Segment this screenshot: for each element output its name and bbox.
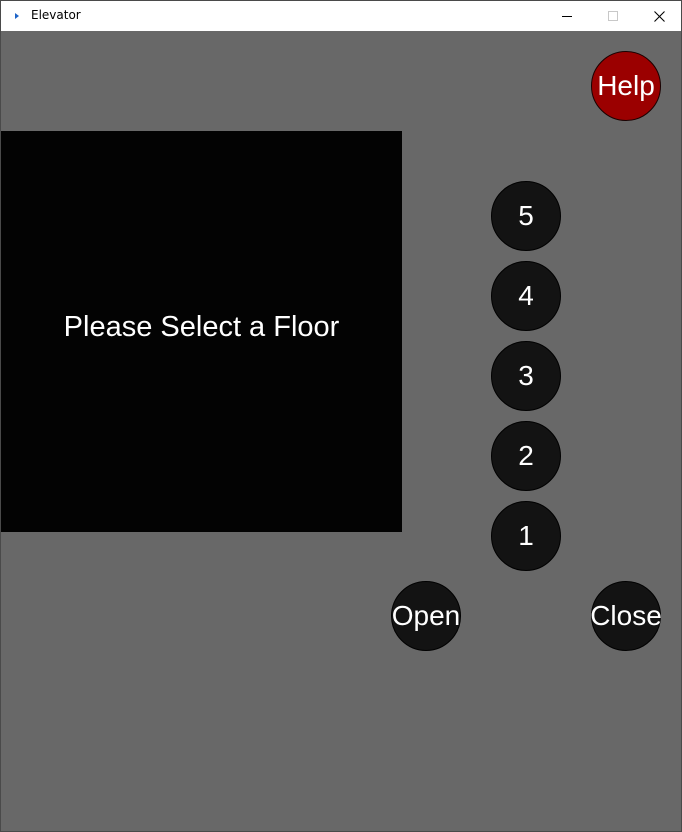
floor-3-button[interactable]: 3	[491, 341, 561, 411]
title-bar[interactable]: Elevator	[1, 1, 681, 31]
help-button[interactable]: Help	[591, 51, 661, 121]
floor-1-label: 1	[518, 520, 534, 551]
help-button-label: Help	[597, 70, 655, 101]
elevator-panel: Please Select a Floor Help 5 4 3 2 1 Ope…	[1, 31, 681, 831]
floor-5-button[interactable]: 5	[491, 181, 561, 251]
maximize-button[interactable]	[590, 1, 636, 31]
floor-4-label: 4	[518, 280, 534, 311]
floor-2-label: 2	[518, 440, 534, 471]
close-window-button[interactable]	[636, 1, 682, 31]
floor-1-button[interactable]: 1	[491, 501, 561, 571]
open-door-button[interactable]: Open	[391, 581, 461, 651]
minimize-button[interactable]	[544, 1, 590, 31]
close-button-label: Close	[590, 600, 662, 631]
window-title: Elevator	[31, 8, 81, 22]
minimize-icon	[562, 16, 572, 17]
floor-4-button[interactable]: 4	[491, 261, 561, 331]
app-arrow-icon	[15, 13, 19, 19]
elevator-window: Elevator Please Select a Floor Help 5 4 …	[0, 0, 682, 832]
floor-3-label: 3	[518, 360, 534, 391]
display-message: Please Select a Floor	[63, 311, 340, 343]
open-button-label: Open	[391, 600, 461, 631]
close-door-button[interactable]: Close	[590, 581, 662, 651]
floor-5-label: 5	[518, 200, 534, 231]
floor-2-button[interactable]: 2	[491, 421, 561, 491]
close-icon	[653, 10, 665, 22]
floor-display: Please Select a Floor	[1, 131, 402, 532]
maximize-icon	[608, 11, 618, 21]
